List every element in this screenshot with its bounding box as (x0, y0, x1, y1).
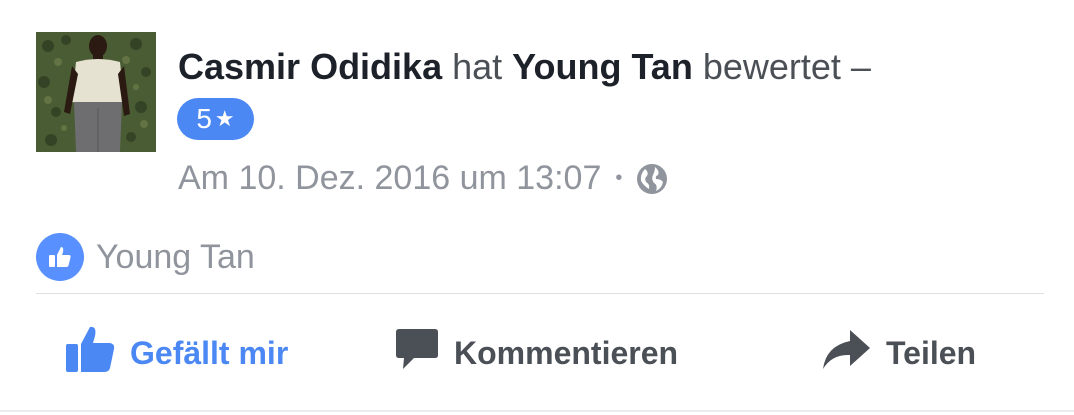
like-label: Gefällt mir (130, 334, 289, 371)
share-label: Teilen (886, 334, 977, 371)
comment-icon (394, 327, 440, 379)
post-headline: Casmir Odidika hat Young Tan bewertet – (178, 44, 871, 90)
avatar[interactable] (36, 32, 156, 152)
target-name[interactable]: Young Tan (512, 46, 693, 87)
verb-text-rated: bewertet – (702, 46, 871, 87)
star-icon: ★ (214, 106, 235, 131)
rating-badge: 5 ★ (177, 98, 254, 140)
separator-dot: • (615, 167, 623, 189)
share-button[interactable]: Teilen (820, 318, 976, 388)
review-post: Casmir Odidika hat Young Tan bewertet – … (0, 0, 1074, 415)
timestamp[interactable]: Am 10. Dez. 2016 um 13:07 (178, 156, 601, 200)
verb-text: hat (452, 46, 503, 87)
thumbs-up-icon (64, 324, 116, 382)
globe-icon[interactable] (636, 162, 668, 194)
likes-summary[interactable]: Young Tan (36, 232, 255, 282)
like-button[interactable]: Gefällt mir (64, 318, 288, 388)
post-meta: Am 10. Dez. 2016 um 13:07 • (178, 156, 668, 200)
thumbs-up-icon (36, 233, 84, 281)
author-name[interactable]: Casmir Odidika (178, 46, 442, 87)
comment-label: Kommentieren (454, 334, 679, 371)
rating-value: 5 (196, 103, 212, 134)
bottom-divider (0, 410, 1074, 412)
share-arrow-icon (820, 326, 872, 380)
divider (36, 293, 1044, 294)
liker-name[interactable]: Young Tan (96, 238, 255, 277)
comment-button[interactable]: Kommentieren (394, 318, 678, 388)
